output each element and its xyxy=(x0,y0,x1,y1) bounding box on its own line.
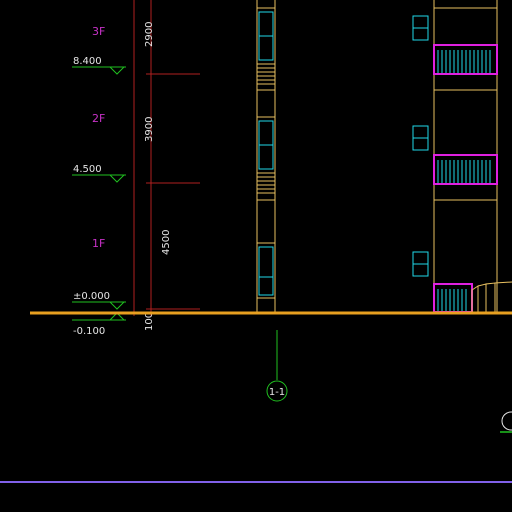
elevation-label-minus-0100: -0.100 xyxy=(73,326,105,337)
elevation-triangle-4500 xyxy=(109,174,125,183)
balcony-2f xyxy=(433,154,498,185)
floor-label-3f: 3F xyxy=(92,25,105,38)
dimension-label-100: 100 xyxy=(144,312,155,331)
floor-label-2f: 2F xyxy=(92,112,105,125)
dimension-label-2900: 2900 xyxy=(144,22,155,47)
elevation-label-4500: 4.500 xyxy=(73,164,102,175)
column-hatching xyxy=(257,67,275,194)
elevation-label-0000: ±0.000 xyxy=(73,291,110,302)
column-horizontal-bands xyxy=(257,7,275,299)
elevation-triangle-8400 xyxy=(109,66,125,75)
balcony-1f xyxy=(433,281,512,313)
elevation-markers xyxy=(72,66,126,321)
column-window-1f xyxy=(258,246,274,296)
balcony-3f xyxy=(433,44,498,75)
dimension-label-3900: 3900 xyxy=(144,117,155,142)
small-windows xyxy=(412,15,429,277)
axis-marker-partial xyxy=(501,411,512,431)
floor-label-1f: 1F xyxy=(92,237,105,250)
elevation-triangle-0000 xyxy=(109,301,125,310)
column-windows xyxy=(258,11,274,296)
section-marker-label: 1-1 xyxy=(269,387,285,398)
building-column-left xyxy=(256,0,276,312)
dimension-label-4500: 4500 xyxy=(161,230,172,255)
elevation-drawing: 3F 2F 1F 8.400 4.500 ±0.000 -0.100 2900 … xyxy=(0,0,512,483)
elevation-label-8400: 8.400 xyxy=(73,56,102,67)
balcony-1f-steps xyxy=(471,281,512,312)
